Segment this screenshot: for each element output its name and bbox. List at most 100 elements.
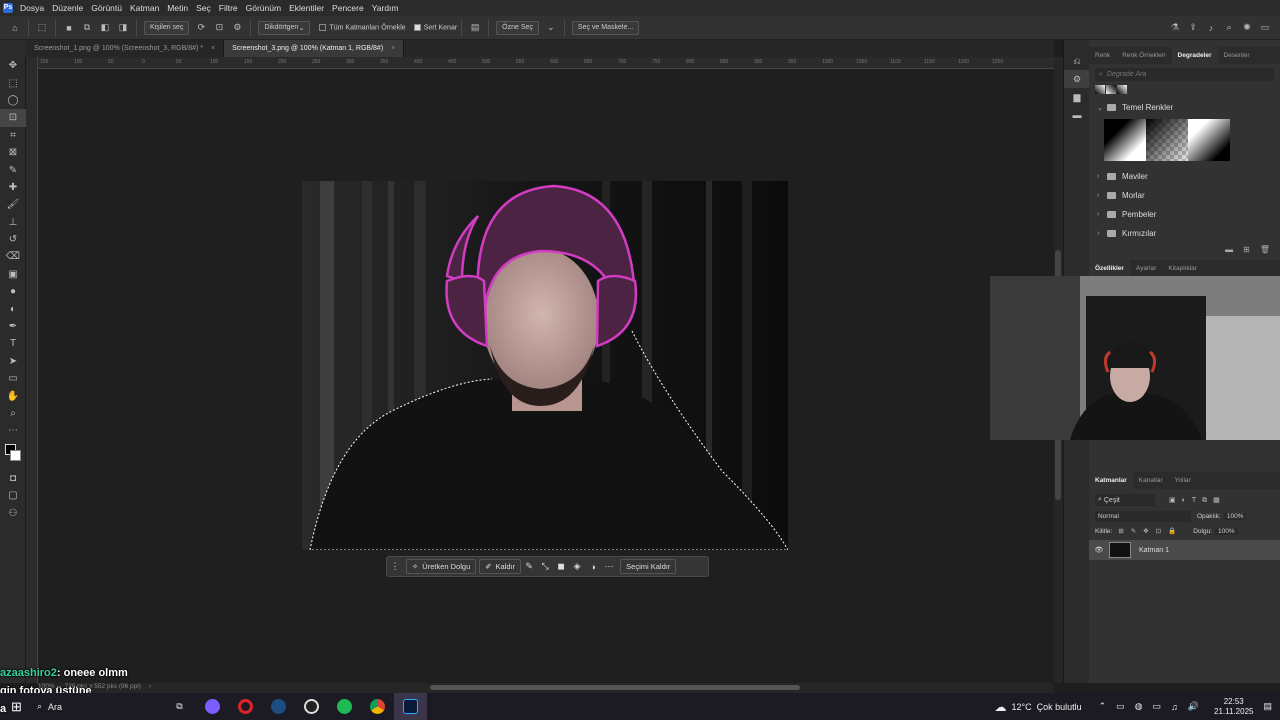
opacity-field[interactable]: 100% — [1223, 513, 1247, 520]
object-finder-icon[interactable]: ⊡ — [212, 21, 226, 35]
microphone-icon[interactable]: ♫ — [1171, 702, 1178, 712]
home-icon[interactable]: ⌂ — [8, 21, 22, 35]
select-subject-button[interactable]: Özne Seç — [496, 20, 539, 35]
gradient-swatch[interactable] — [1106, 85, 1116, 94]
more-options-icon[interactable]: ⋯ — [601, 559, 617, 574]
hand-tool-icon[interactable]: ✋ — [0, 387, 26, 404]
gradient-tool-icon[interactable]: ▣ — [0, 266, 26, 283]
tray-chevron-icon[interactable]: ⌃ — [1099, 701, 1107, 712]
refresh-icon[interactable]: ⟳ — [194, 21, 208, 35]
pen-tool-icon[interactable]: ✒ — [0, 318, 26, 335]
taskbar-search[interactable]: ⌕ Ara — [33, 701, 163, 712]
eyedropper-tool-icon[interactable]: ✎ — [0, 161, 26, 178]
share-icon[interactable]: ⇪ — [1186, 21, 1200, 35]
add-selection-icon[interactable]: ⧉ — [80, 21, 94, 35]
tab-gradients[interactable]: Degradeler — [1171, 47, 1218, 64]
menu-edit[interactable]: Düzenle — [48, 3, 87, 13]
tab-channels[interactable]: Kanallar — [1133, 477, 1169, 484]
flask-icon[interactable]: ⚗ — [1168, 21, 1182, 35]
gradient-search-input[interactable]: ⌕ Degrade Ara — [1095, 68, 1274, 81]
fill-icon[interactable]: ◈ — [569, 559, 585, 574]
menu-type[interactable]: Metin — [163, 3, 192, 13]
subtract-selection-icon[interactable]: ◧ — [98, 21, 112, 35]
eye-icon[interactable]: 👁 — [1089, 546, 1109, 554]
close-icon[interactable]: × — [391, 45, 395, 52]
quick-mask-icon[interactable]: ◘ — [0, 470, 26, 487]
mode-select[interactable]: Dikdörtgen ⌄ — [258, 20, 311, 35]
history-brush-tool-icon[interactable]: ↺ — [0, 231, 26, 248]
chevron-down-icon[interactable]: ⌄ — [544, 21, 558, 35]
menu-image[interactable]: Görüntü — [87, 3, 126, 13]
tab-screenshot-1[interactable]: Screenshot_1.png @ 100% (Screenshot_3, R… — [26, 40, 225, 57]
lightbulb-icon[interactable]: ✺ — [1240, 21, 1254, 35]
network-icon[interactable]: ▭ — [1153, 701, 1162, 712]
lock-icons[interactable]: ⊞✎✥⊡🔒 — [1118, 527, 1183, 535]
trash-icon[interactable]: 🗑 — [1260, 245, 1270, 254]
clock[interactable]: 22:53 21.11.2025 — [1214, 697, 1253, 717]
notification-icon[interactable]: ▤ — [1263, 701, 1272, 712]
dodge-tool-icon[interactable]: ◐ — [0, 300, 26, 317]
new-gradient-icon[interactable]: ⊞ — [1243, 245, 1250, 254]
gradient-folder-reds[interactable]: › Kırmızılar — [1089, 224, 1280, 243]
color-swatches[interactable] — [0, 440, 26, 470]
horizontal-scroll-thumb[interactable] — [430, 685, 800, 690]
tool-preset-icon[interactable]: ⬚ — [35, 21, 49, 35]
transform-selection-icon[interactable]: ⤡ — [537, 559, 553, 574]
spotify-icon[interactable] — [328, 693, 361, 720]
crop-tool-icon[interactable]: ⌗ — [0, 127, 26, 144]
mask-icon[interactable]: ◼ — [553, 559, 569, 574]
menu-plugins[interactable]: Eklentiler — [285, 3, 328, 13]
menu-window[interactable]: Pencere — [328, 3, 368, 13]
healing-brush-tool-icon[interactable]: ✚ — [0, 179, 26, 196]
chevron-right-icon[interactable]: › — [149, 683, 151, 690]
hard-edge-checkbox[interactable]: Sert Kenar — [413, 23, 457, 31]
gradient-swatch[interactable] — [1188, 119, 1230, 161]
type-tool-icon[interactable]: T — [0, 335, 26, 352]
history-icon[interactable]: ⎌ — [1064, 52, 1090, 70]
clone-stamp-tool-icon[interactable]: ⊥ — [0, 214, 26, 231]
screen-mode-icon[interactable]: ▢ — [0, 487, 26, 504]
select-people-button[interactable]: Kişileri seç — [144, 20, 190, 35]
brush-tool-icon[interactable]: 🖌 — [0, 196, 26, 213]
modify-selection-icon[interactable]: ✎ — [521, 559, 537, 574]
layer-name[interactable]: Katman 1 — [1139, 547, 1169, 554]
tray-app-icon[interactable]: ▭ — [1116, 701, 1125, 712]
background-color-swatch[interactable] — [10, 449, 21, 461]
generative-icon[interactable]: ⚇ — [0, 504, 26, 521]
intersect-selection-icon[interactable]: ◨ — [116, 21, 130, 35]
tab-swatches[interactable]: Renk Örnekleri — [1116, 52, 1171, 59]
document-image[interactable] — [302, 181, 788, 550]
tab-libraries[interactable]: Kitaplıklar — [1162, 265, 1203, 272]
remove-button[interactable]: ✐ Kaldır — [479, 559, 522, 574]
tab-color[interactable]: Renk — [1089, 52, 1116, 59]
adjustment-icon[interactable]: ◑ — [585, 559, 601, 574]
photoshop-taskbar-icon[interactable] — [394, 693, 427, 720]
tab-layers[interactable]: Katmanlar — [1089, 472, 1133, 489]
tray-app-icon[interactable]: ◍ — [1135, 701, 1143, 712]
new-selection-icon[interactable]: ■ — [62, 21, 76, 35]
gradient-folder-blues[interactable]: › Maviler — [1089, 167, 1280, 186]
photoshop-logo-icon[interactable]: Ps — [0, 0, 16, 16]
workspace-icon[interactable]: ▭ — [1258, 21, 1272, 35]
rectangle-tool-icon[interactable]: ▭ — [0, 370, 26, 387]
tab-properties[interactable]: Özellikler — [1089, 260, 1130, 277]
more-tools-icon[interactable]: ⋯ — [0, 422, 26, 439]
deselect-button[interactable]: Seçimi Kaldır — [620, 559, 677, 574]
selection-brush-icon[interactable]: ▤ — [468, 21, 482, 35]
weather-widget[interactable]: ☁ 12°C Çok bulutlu — [994, 700, 1081, 714]
generative-fill-button[interactable]: ✧ Üretken Dolgu — [406, 559, 477, 574]
blur-tool-icon[interactable]: ● — [0, 283, 26, 300]
layer-row[interactable]: 👁 Katman 1 — [1089, 540, 1280, 560]
menu-help[interactable]: Yardım — [368, 3, 403, 13]
tab-adjustments[interactable]: Ayarlar — [1130, 265, 1162, 272]
steam-icon[interactable] — [262, 693, 295, 720]
gradient-swatch[interactable] — [1104, 119, 1146, 161]
task-view-icon[interactable]: ⧉ — [163, 693, 196, 720]
zoom-tool-icon[interactable]: ⌕ — [0, 405, 26, 422]
path-selection-tool-icon[interactable]: ➤ — [0, 353, 26, 370]
move-tool-icon[interactable]: ✥ — [0, 57, 26, 74]
lasso-tool-icon[interactable]: ◯ — [0, 92, 26, 109]
app-icon[interactable] — [196, 693, 229, 720]
gradient-swatch[interactable] — [1117, 85, 1127, 94]
drag-handle-icon[interactable]: ⋮ — [387, 559, 403, 574]
